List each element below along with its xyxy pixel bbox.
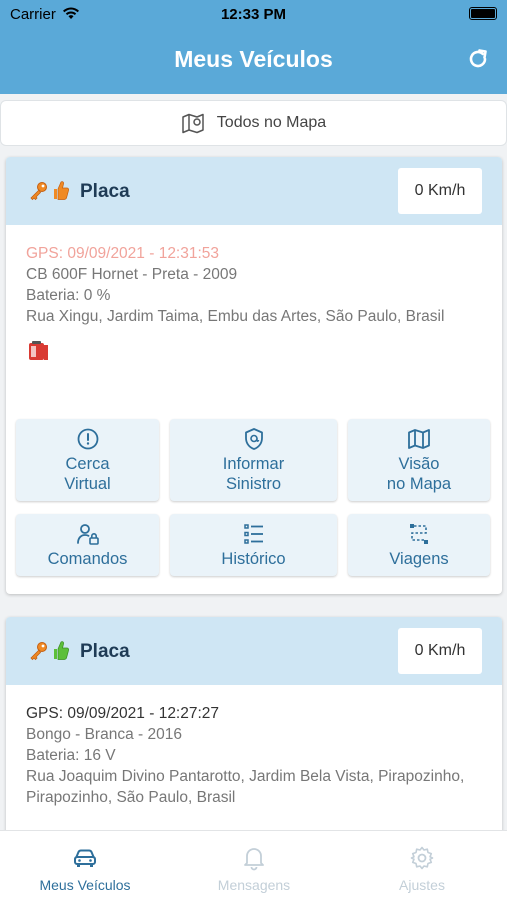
alert-circle-icon	[77, 428, 98, 449]
vehicle-card-header: Placa 0 Km/h	[6, 157, 502, 225]
report-incident-button[interactable]: Informar Sinistro	[170, 419, 337, 501]
map-view-label-1: Visão	[398, 454, 440, 473]
gps-timestamp: GPS: 09/09/2021 - 12:31:53	[26, 245, 220, 262]
trips-button[interactable]: Viagens	[348, 514, 490, 576]
shield-icon	[244, 427, 263, 450]
refresh-icon[interactable]	[466, 47, 490, 71]
commands-label: Comandos	[47, 549, 128, 568]
history-button[interactable]: Histórico	[170, 514, 337, 576]
tab-bar: Meus Veículos Mensagens Ajustes	[0, 830, 507, 900]
tab-settings-label: Ajustes	[399, 877, 445, 893]
vehicle-plate: Placa	[80, 181, 130, 202]
geofence-label-2: Virtual	[64, 474, 111, 493]
clock: 12:33 PM	[220, 6, 287, 23]
tab-messages[interactable]: Mensagens	[184, 845, 324, 893]
thumbs-up-icon	[54, 641, 70, 660]
tab-my-vehicles-label: Meus Veículos	[39, 877, 131, 893]
map-icon	[408, 428, 430, 449]
vehicle-model: Bongo - Branca - 2016	[26, 726, 182, 743]
gps-timestamp: GPS: 09/09/2021 - 12:27:27	[26, 705, 220, 722]
map-view-button[interactable]: Visão no Mapa	[348, 419, 490, 501]
vehicle-card-header: Placa 0 Km/h	[6, 617, 502, 685]
map-view-label-2: no Mapa	[386, 474, 452, 493]
route-icon	[410, 523, 428, 544]
report-incident-label-2: Sinistro	[225, 474, 282, 493]
gear-icon	[410, 846, 434, 870]
geofence-button[interactable]: Cerca Virtual	[16, 419, 159, 501]
history-label: Histórico	[221, 549, 286, 568]
battery-status: Bateria: 0 %	[26, 287, 111, 304]
thumbs-up-icon	[54, 181, 70, 200]
car-icon	[74, 849, 96, 867]
vehicle-address: Rua Joaquim Divino Pantarotto, Jardim Be…	[26, 768, 465, 806]
report-incident-label-1: Informar	[222, 454, 285, 473]
vehicle-model: CB 600F Hornet - Preta - 2009	[26, 266, 238, 283]
app-header: Carrier 12:33 PM Meus Veículos	[0, 0, 507, 94]
vehicle-info: GPS: 09/09/2021 - 12:31:53 CB 600F Horne…	[6, 225, 502, 369]
key-icon	[30, 182, 47, 201]
speed-badge: 0 Km/h	[398, 168, 482, 214]
user-lock-icon	[76, 523, 99, 545]
all-on-map-label: Todos no Mapa	[216, 114, 327, 131]
map-pin-icon	[182, 113, 204, 134]
vehicle-card: Placa 0 Km/h GPS: 09/09/2021 - 12:31:53 …	[6, 157, 502, 594]
vehicle-info: GPS: 09/09/2021 - 12:27:27 Bongo - Branc…	[6, 685, 502, 808]
status-bar: Carrier 12:33 PM	[0, 4, 507, 26]
vehicle-address: Rua Xingu, Jardim Taima, Embu das Artes,…	[26, 308, 445, 325]
geofence-label-1: Cerca	[65, 454, 110, 473]
speed-badge: 0 Km/h	[398, 628, 482, 674]
vehicle-plate: Placa	[80, 641, 130, 662]
key-icon	[30, 642, 47, 661]
tab-messages-label: Mensagens	[217, 877, 291, 893]
trips-label: Viagens	[389, 549, 449, 568]
bell-icon	[244, 848, 264, 871]
battery-alert-icon	[29, 341, 48, 360]
battery-icon	[469, 7, 497, 20]
vehicle-card: Placa 0 Km/h GPS: 09/09/2021 - 12:27:27 …	[6, 617, 502, 857]
list-icon	[243, 523, 263, 544]
commands-button[interactable]: Comandos	[16, 514, 159, 576]
battery-status: Bateria: 16 V	[26, 747, 116, 764]
page-title: Meus Veículos	[174, 46, 333, 72]
tab-settings[interactable]: Ajustes	[352, 845, 492, 893]
all-on-map-button[interactable]: Todos no Mapa	[0, 100, 507, 146]
tab-my-vehicles[interactable]: Meus Veículos	[15, 845, 155, 893]
